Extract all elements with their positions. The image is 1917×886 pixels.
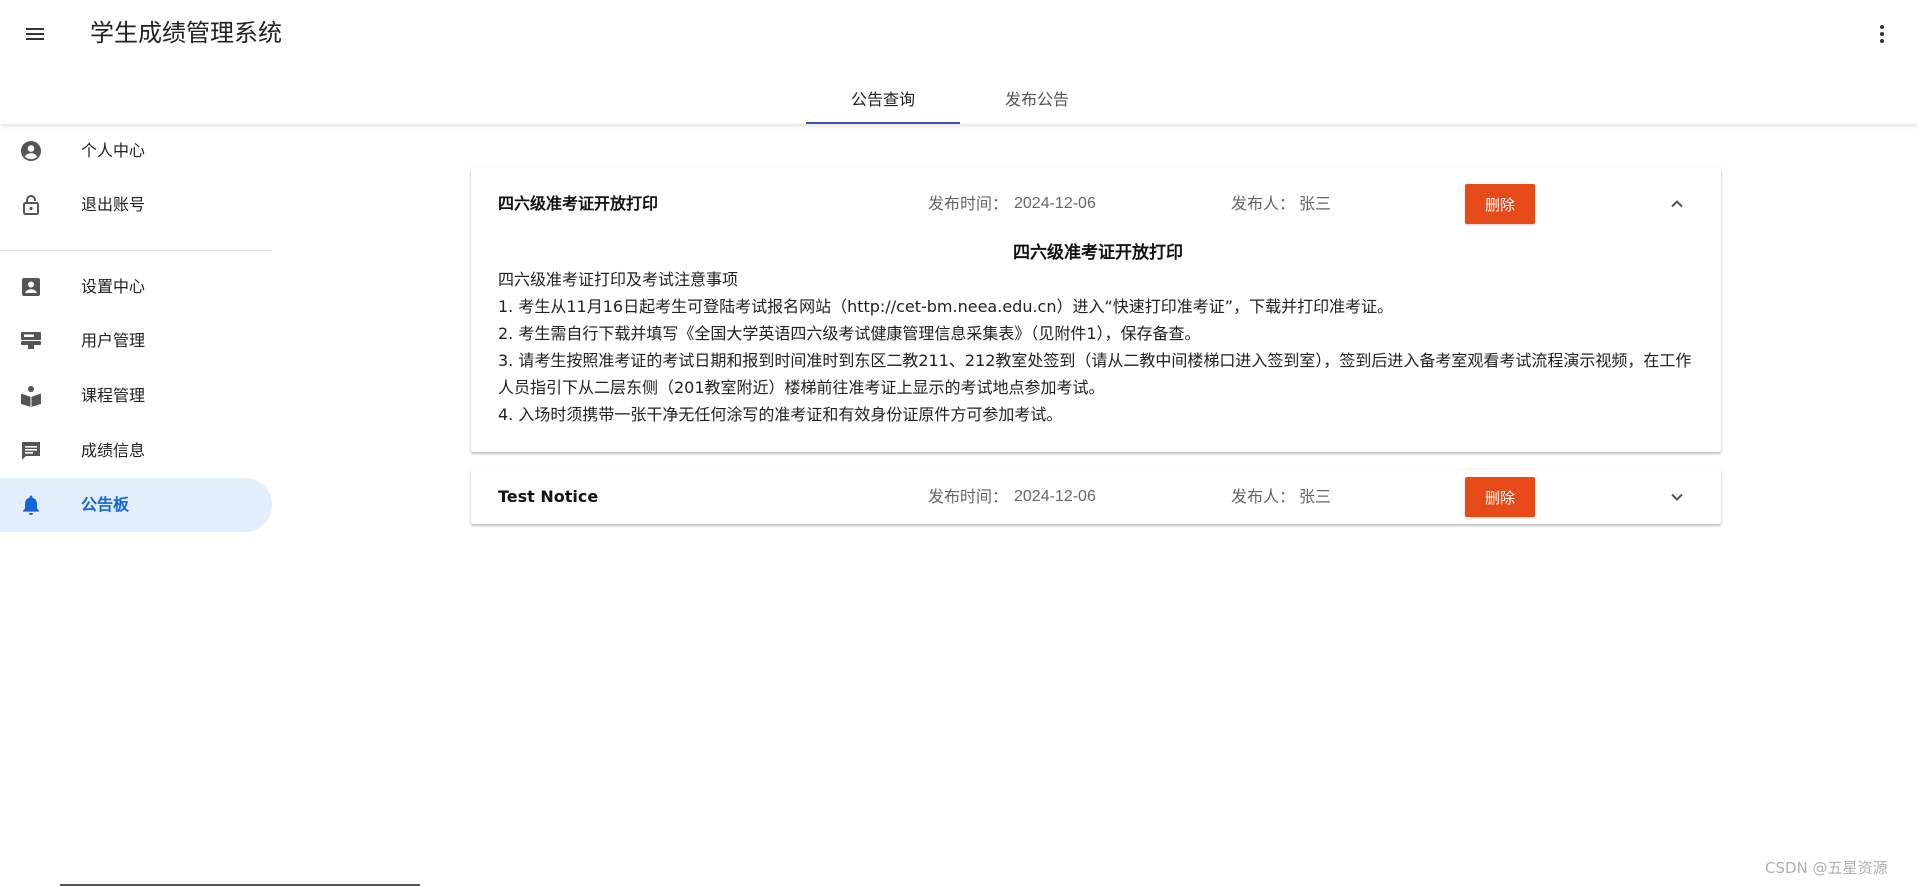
lock-icon [23, 195, 39, 215]
sidebar-item-label: 用户管理 [81, 331, 146, 350]
notice-body-line: 1. 考生从11月16日起考生可登陆考试报名网站（http://cet-bm.n… [498, 297, 1394, 316]
sidebar: 个人中心 退出账号 设置中心 用户管理 课程管理 成绩信息 公告板 [0, 124, 272, 886]
sidebar-item-label: 退出账号 [81, 195, 146, 214]
sidebar-item-grades[interactable]: 成绩信息 [0, 424, 272, 478]
publish-time-label: 发布时间： [928, 487, 1009, 506]
sidebar-item-notice-board[interactable]: 公告板 [0, 478, 272, 532]
notice-body-line: 2. 考生需自行下载并填写《全国大学英语四六级考试健康管理信息采集表》（见附件1… [498, 324, 1201, 343]
watermark: CSDN @五星资源 [1765, 859, 1888, 877]
publisher: 张三 [1299, 487, 1332, 506]
sidebar-item-user-management[interactable]: 用户管理 [0, 314, 272, 368]
publish-time: 2024-12-06 [1014, 488, 1096, 505]
notice-body-line: 4. 入场时须携带一张干净无任何涂写的准考证和有效身份证原件方可参加考试。 [498, 405, 1063, 424]
sidebar-item-label: 课程管理 [81, 386, 146, 405]
notice-panel: Test Notice 发布时间： 2024-12-06 发布人： 张三 删除 [471, 470, 1721, 524]
publish-time-label: 发布时间： [928, 194, 1009, 213]
tab-bar: 公告查询 发布公告 [806, 72, 1114, 124]
sidebar-item-profile[interactable]: 个人中心 [0, 124, 272, 178]
delete-button[interactable]: 删除 [1465, 184, 1535, 224]
notice-panel-header[interactable]: Test Notice 发布时间： 2024-12-06 发布人： 张三 删除 [471, 461, 1721, 517]
sidebar-item-label: 设置中心 [81, 277, 146, 296]
sidebar-item-settings[interactable]: 设置中心 [0, 260, 272, 314]
notice-title: 四六级准考证开放打印 [498, 194, 659, 213]
notice-body-title: 四六级准考证开放打印 [1013, 243, 1183, 263]
notice-panel: 四六级准考证开放打印 发布时间： 2024-12-06 发布人： 张三 删除 四… [471, 168, 1721, 452]
publisher: 张三 [1299, 194, 1332, 213]
menu-icon[interactable] [17, 16, 53, 52]
app-title: 学生成绩管理系统 [90, 19, 282, 47]
publisher-label: 发布人： [1231, 487, 1296, 506]
sidebar-item-label: 个人中心 [81, 141, 146, 160]
publish-time: 2024-12-06 [1014, 195, 1096, 212]
message-icon [22, 442, 40, 460]
account-box-icon [22, 278, 40, 296]
notice-panel-header[interactable]: 四六级准考证开放打印 发布时间： 2024-12-06 发布人： 张三 删除 [471, 168, 1721, 240]
tab-notice-query[interactable]: 公告查询 [806, 72, 960, 124]
book-reader-icon [21, 386, 41, 407]
publisher-label: 发布人： [1231, 194, 1296, 213]
sidebar-divider [0, 250, 272, 251]
more-vert-icon[interactable] [1864, 16, 1900, 52]
bell-icon [23, 495, 39, 515]
sidebar-item-label: 成绩信息 [81, 441, 146, 460]
notice-body-line: 四六级准考证打印及考试注意事项 [498, 270, 739, 289]
notice-body: 四六级准考证开放打印 四六级准考证打印及考试注意事项 1. 考生从11月16日起… [498, 240, 1698, 428]
sidebar-item-course-management[interactable]: 课程管理 [0, 369, 272, 423]
app-bar: 学生成绩管理系统 公告查询 发布公告 [0, 0, 1917, 124]
sidebar-item-logout[interactable]: 退出账号 [0, 178, 272, 232]
notice-title: Test Notice [498, 487, 599, 506]
delete-button[interactable]: 删除 [1465, 477, 1535, 517]
sidebar-item-label: 公告板 [81, 495, 130, 514]
notice-body-line: 3. 请考生按照准考证的考试日期和报到时间准时到东区二教211、212教室处签到… [498, 351, 1692, 397]
account-circle-icon [21, 141, 41, 161]
chevron-up-icon[interactable] [1665, 192, 1689, 216]
tab-publish-notice[interactable]: 发布公告 [960, 72, 1114, 124]
chevron-down-icon[interactable] [1665, 485, 1689, 509]
users-manage-icon [21, 332, 41, 349]
